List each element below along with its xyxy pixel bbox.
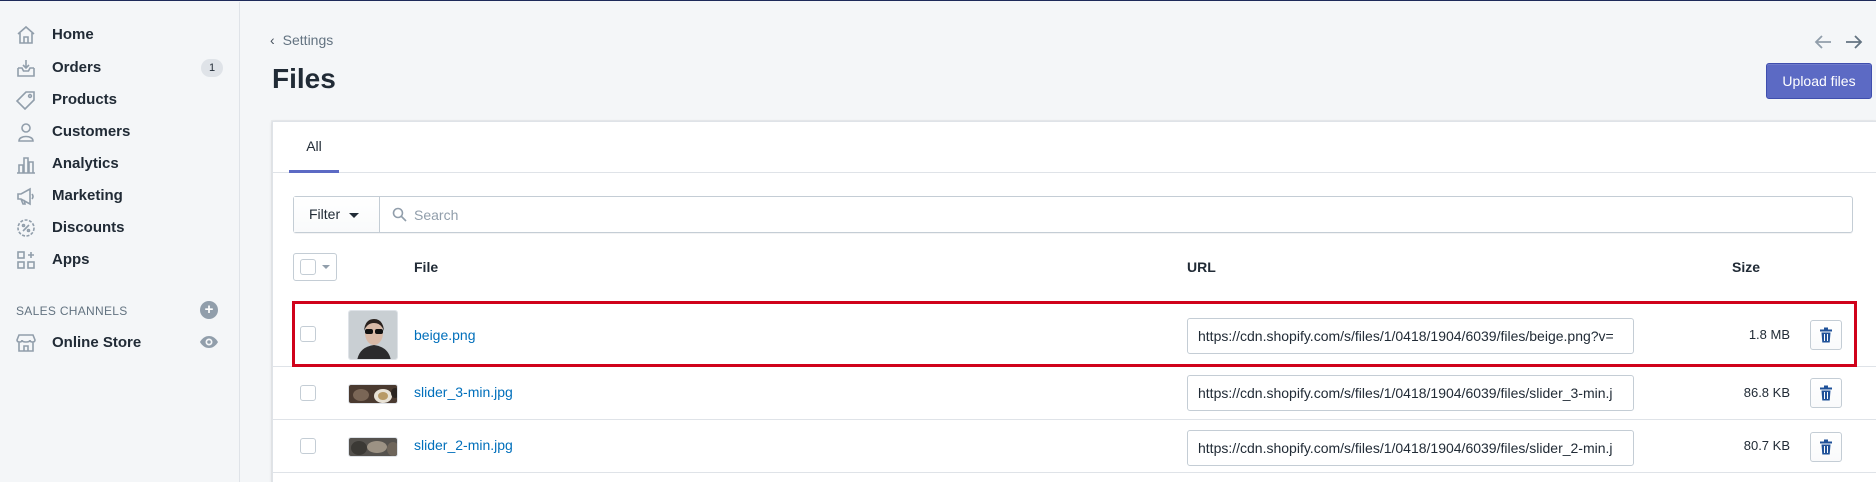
sidebar-item-label: Orders — [52, 58, 102, 76]
file-size: 1.8 MB — [1748, 327, 1790, 342]
sidebar-item-marketing[interactable]: Marketing — [0, 180, 240, 210]
search-field — [381, 197, 1852, 232]
row-checkbox[interactable] — [300, 326, 316, 342]
add-channel-icon[interactable]: + — [200, 301, 218, 319]
file-thumbnail — [348, 310, 398, 360]
delete-file-button[interactable] — [1810, 378, 1842, 408]
delete-file-button[interactable] — [1810, 320, 1842, 350]
person-icon — [16, 122, 36, 142]
caret-down-icon — [349, 213, 359, 218]
filter-bar: Filter — [293, 196, 1853, 233]
file-url-field[interactable]: https://cdn.shopify.com/s/files/1/0418/1… — [1187, 375, 1634, 411]
sidebar-item-home[interactable]: Home — [0, 19, 240, 49]
sidebar-item-label: Discounts — [52, 218, 125, 236]
store-icon — [16, 333, 36, 353]
sidebar-item-label: Online Store — [52, 333, 142, 351]
sidebar-item-label: Analytics — [52, 154, 119, 172]
upload-files-button[interactable]: Upload files — [1766, 63, 1872, 99]
column-header-url: URL — [1187, 259, 1216, 275]
sidebar-item-customers[interactable]: Customers — [0, 116, 240, 146]
tag-icon — [16, 90, 36, 110]
sidebar-item-label: Marketing — [52, 186, 123, 204]
file-size: 80.7 KB — [1743, 438, 1790, 453]
select-all-dropdown[interactable] — [293, 253, 337, 281]
row-checkbox[interactable] — [300, 385, 316, 401]
column-header-file: File — [414, 259, 439, 275]
discount-icon — [16, 218, 36, 238]
row-checkbox[interactable] — [300, 438, 316, 454]
file-thumbnail — [348, 437, 398, 457]
sidebar-item-products[interactable]: Products — [0, 84, 240, 114]
sidebar: Home Orders 1 Products Customers Analyti… — [0, 2, 240, 482]
trash-icon — [1820, 327, 1832, 343]
file-name-link[interactable]: beige.png — [414, 327, 476, 343]
eye-icon[interactable] — [199, 334, 219, 350]
tab-bar: All — [273, 122, 1876, 173]
file-url-field[interactable]: https://cdn.shopify.com/s/files/1/0418/1… — [1187, 318, 1634, 354]
sales-channels-heading: SALES CHANNELS — [16, 304, 128, 318]
caret-down-icon — [322, 265, 330, 269]
trash-icon — [1820, 439, 1832, 455]
orders-count-badge: 1 — [201, 59, 223, 77]
delete-file-button[interactable] — [1810, 432, 1842, 462]
orders-icon — [16, 58, 36, 78]
column-header-size: Size — [1732, 259, 1761, 275]
sidebar-item-orders[interactable]: Orders 1 — [0, 52, 240, 82]
sidebar-item-label: Customers — [52, 122, 131, 140]
file-thumbnail — [348, 384, 398, 404]
file-name-link[interactable]: slider_2-min.jpg — [414, 437, 513, 453]
filter-button[interactable]: Filter — [294, 197, 380, 232]
home-icon — [16, 25, 36, 45]
sidebar-item-label: Home — [52, 25, 94, 43]
table-row: beige.png https://cdn.shopify.com/s/file… — [273, 303, 1876, 367]
previous-arrow-icon[interactable] — [1812, 31, 1834, 53]
filter-button-label: Filter — [309, 206, 341, 222]
sidebar-item-discounts[interactable]: Discounts — [0, 212, 240, 242]
apps-icon — [16, 250, 36, 270]
next-arrow-icon[interactable] — [1843, 31, 1865, 53]
bar-chart-icon — [16, 154, 36, 174]
sidebar-item-label: Products — [52, 90, 118, 108]
sidebar-item-label: Apps — [52, 250, 90, 268]
page-title: Files — [272, 63, 336, 94]
breadcrumb-label: Settings — [282, 32, 334, 48]
chevron-left-icon: ‹ — [270, 32, 275, 48]
megaphone-icon — [16, 186, 36, 206]
breadcrumb[interactable]: ‹ Settings — [270, 32, 333, 48]
select-all-checkbox[interactable] — [300, 259, 316, 275]
file-name-link[interactable]: slider_3-min.jpg — [414, 384, 513, 400]
sidebar-item-apps[interactable]: Apps — [0, 244, 240, 274]
sidebar-item-online-store[interactable]: Online Store — [0, 327, 240, 357]
table-row: slider_2-min.jpg https://cdn.shopify.com… — [273, 420, 1876, 473]
tab-all[interactable]: All — [289, 122, 339, 173]
file-size: 86.8 KB — [1743, 385, 1790, 400]
search-input[interactable] — [414, 197, 1834, 232]
table-row: slider_3-min.jpg https://cdn.shopify.com… — [273, 367, 1876, 420]
trash-icon — [1820, 385, 1832, 401]
files-card: All Filter File URL Size — [272, 121, 1876, 482]
table-header: File URL Size — [273, 249, 1876, 287]
search-icon — [392, 207, 407, 222]
file-url-field[interactable]: https://cdn.shopify.com/s/files/1/0418/1… — [1187, 430, 1634, 466]
sidebar-item-analytics[interactable]: Analytics — [0, 148, 240, 178]
